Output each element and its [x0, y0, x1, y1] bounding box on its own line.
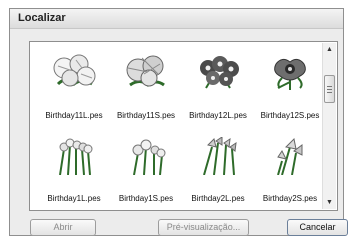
file-name-label: Birthday11S.pes: [116, 111, 176, 120]
iris-small-thumbnail: [277, 137, 303, 175]
file-item[interactable]: Birthday1L.pes: [38, 131, 110, 210]
chrysanthemum-large-thumbnail: [53, 54, 96, 87]
file-item[interactable]: Birthday11S.pes: [110, 48, 182, 130]
file-item[interactable]: Birthday2S.pes: [254, 131, 326, 210]
file-name-label: Birthday2L.pes: [191, 194, 245, 203]
daffodil-large-thumbnail: [59, 138, 93, 175]
file-name-label: Birthday1S.pes: [118, 194, 174, 203]
title-bar[interactable]: Localizar: [10, 9, 343, 29]
file-name-label: Birthday1L.pes: [47, 194, 101, 203]
file-name-label: Birthday2S.pes: [262, 194, 318, 203]
file-item[interactable]: Birthday11L.pes: [38, 48, 110, 130]
grip-icon: [327, 89, 332, 90]
file-item[interactable]: Birthday12S.pes: [254, 48, 326, 130]
iris-large-thumbnail: [203, 137, 237, 175]
localizar-dialog: Localizar Birthday11L.pes Birthday11S.pe…: [9, 8, 348, 236]
dialog-title: Localizar: [18, 12, 66, 24]
open-button[interactable]: Abrir: [30, 219, 96, 236]
file-thumbnail-list[interactable]: Birthday11L.pes Birthday11S.pes Birthday…: [29, 41, 338, 211]
cancel-button[interactable]: Cancelar: [287, 219, 348, 236]
grip-icon: [327, 92, 332, 93]
vertical-scrollbar[interactable]: ▲ ▼: [322, 43, 336, 209]
preview-button[interactable]: Pré-visualização...: [158, 219, 249, 236]
file-item[interactable]: Birthday1S.pes: [110, 131, 182, 210]
file-name-label: Birthday12S.pes: [260, 111, 320, 120]
thumbnail-grid: Birthday11L.pes Birthday11S.pes Birthday…: [31, 43, 320, 209]
file-name-label: Birthday11L.pes: [45, 111, 103, 120]
file-item[interactable]: Birthday12L.pes: [182, 48, 254, 130]
scroll-down-arrow-icon[interactable]: ▼: [323, 196, 336, 209]
file-item[interactable]: Birthday2L.pes: [182, 131, 254, 210]
scroll-up-arrow-icon[interactable]: ▲: [323, 43, 336, 56]
file-name-label: Birthday12L.pes: [189, 111, 247, 120]
daffodil-small-thumbnail: [132, 139, 166, 175]
grip-icon: [327, 86, 332, 87]
chrysanthemum-small-thumbnail: [126, 55, 165, 87]
pansy-large-thumbnail: [200, 56, 239, 89]
scroll-thumb[interactable]: [324, 75, 335, 103]
pansy-small-thumbnail: [274, 58, 306, 90]
